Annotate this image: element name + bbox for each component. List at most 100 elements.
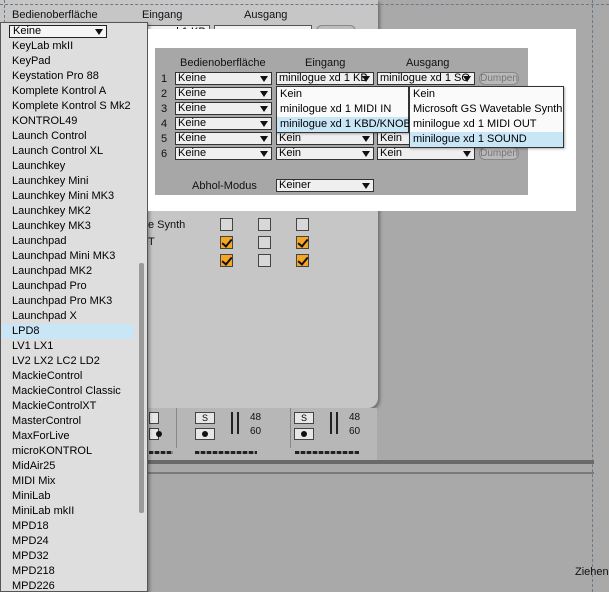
input-port-option[interactable]: minilogue xd 1 KBD/KNOB (277, 117, 411, 132)
control-surface-option[interactable]: Launchkey (2, 159, 134, 174)
input-select-value: Kein (279, 147, 302, 159)
control-surface-option[interactable]: Launchkey Mini MK3 (2, 189, 134, 204)
control-surface-option[interactable]: KeyLab mkII (2, 39, 134, 54)
row-number: 3 (161, 103, 168, 115)
control-surface-option[interactable]: MPD32 (2, 549, 134, 564)
control-surface-option[interactable]: LV1 LX1 (2, 339, 134, 354)
input-select[interactable]: Kein (276, 132, 374, 145)
sync-checkbox[interactable] (296, 218, 309, 231)
dump-button[interactable]: Dumpen (479, 72, 519, 85)
control-surface-option[interactable]: Launchkey MK2 (2, 204, 134, 219)
control-surface-select-value: Keine (13, 25, 42, 37)
control-surface-option[interactable]: Launchpad Pro (2, 279, 134, 294)
dump-button[interactable]: Dumpen (479, 147, 519, 160)
control-surface-option[interactable]: Launch Control (2, 129, 134, 144)
control-surface-option[interactable]: Komplete Kontrol S Mk2 (2, 99, 134, 114)
surface-select[interactable]: Keine (175, 72, 272, 85)
solo-button[interactable]: S (195, 412, 215, 424)
record-button[interactable] (195, 428, 215, 440)
control-surface-option[interactable]: Keystation Pro 88 (2, 69, 134, 84)
input-port-popup[interactable]: Kein minilogue xd 1 MIDI IN minilogue xd 1… (276, 86, 411, 133)
control-surface-option[interactable]: Launchkey Mini (2, 174, 134, 189)
bg-row-label-t: T (148, 236, 155, 248)
control-surface-option[interactable]: MPD226 (2, 579, 134, 592)
sync-checkbox[interactable] (296, 236, 309, 249)
control-surface-option[interactable]: MPD18 (2, 519, 134, 534)
input-select[interactable]: minilogue xd 1 KB (276, 72, 374, 85)
control-surface-option[interactable]: MackieControl Classic (2, 384, 134, 399)
record-button[interactable] (149, 428, 162, 440)
dialog-header-surface: Bedienoberfläche (180, 57, 266, 69)
control-surface-dropdown[interactable]: KeyLab mkII KeyPad Keystation Pro 88 Komple… (0, 22, 148, 592)
control-surface-list: KeyLab mkII KeyPad Keystation Pro 88 Komple… (2, 39, 134, 592)
surface-select[interactable]: Keine (175, 87, 272, 100)
control-surface-option[interactable]: MidAir25 (2, 459, 134, 474)
chevron-down-icon (260, 106, 268, 112)
control-surface-option[interactable]: Launchkey MK3 (2, 219, 134, 234)
output-select-value: minilogue xd 1 SO (380, 72, 470, 84)
control-surface-option[interactable]: MPD24 (2, 534, 134, 549)
meter-scale-60: 60 (250, 426, 262, 437)
control-surface-option[interactable]: MPD218 (2, 564, 134, 579)
control-surface-option[interactable]: MiniLab (2, 489, 134, 504)
output-port-popup[interactable]: Kein Microsoft GS Wavetable Synth minilogu… (409, 86, 564, 148)
chevron-down-icon (463, 76, 471, 82)
surface-select[interactable]: Keine (175, 147, 272, 160)
sync-checkbox[interactable] (296, 254, 309, 267)
control-surface-option[interactable]: Launchpad X (2, 309, 134, 324)
control-surface-option[interactable]: Launchpad Pro MK3 (2, 294, 134, 309)
control-surface-option[interactable]: Launchpad Mini MK3 (2, 249, 134, 264)
control-surface-option[interactable]: MiniLab mkII (2, 504, 134, 519)
input-port-option[interactable]: minilogue xd 1 MIDI IN (277, 102, 408, 117)
control-surface-option[interactable]: MasterControl (2, 414, 134, 429)
surface-select[interactable]: Keine (175, 102, 272, 115)
remote-checkbox[interactable] (258, 236, 271, 249)
track-checkbox[interactable] (220, 254, 233, 267)
output-port-option[interactable]: minilogue xd 1 SOUND (410, 132, 563, 147)
dropdown-scrollbar[interactable] (139, 263, 144, 513)
surface-select[interactable]: Keine (175, 117, 272, 130)
surface-select-value: Keine (178, 72, 207, 84)
track-checkbox[interactable] (220, 236, 233, 249)
remote-checkbox[interactable] (258, 254, 271, 267)
control-surface-option[interactable]: MackieControl (2, 369, 134, 384)
control-surface-option[interactable]: Komplete Kontrol A (2, 84, 134, 99)
surface-select[interactable]: Keine (175, 132, 272, 145)
remote-checkbox[interactable] (258, 218, 271, 231)
chevron-down-icon (260, 136, 268, 142)
control-surface-option[interactable]: LPD8 (2, 324, 134, 339)
control-surface-option[interactable]: MackieControlXT (2, 399, 134, 414)
control-surface-option[interactable]: KONTROL49 (2, 114, 134, 129)
control-surface-option[interactable]: LV2 LX2 LC2 LD2 (2, 354, 134, 369)
control-surface-option[interactable]: microKONTROL (2, 444, 134, 459)
solo-button[interactable] (149, 412, 159, 424)
chevron-down-icon (463, 151, 471, 157)
meter-scale-48: 48 (250, 412, 262, 423)
input-select[interactable]: Kein (276, 147, 374, 160)
record-button[interactable] (294, 428, 314, 440)
mixer-channel: S 48 60 (179, 408, 291, 448)
control-surface-option[interactable]: Launchpad MK2 (2, 264, 134, 279)
output-port-option[interactable]: minilogue xd 1 MIDI OUT (410, 117, 563, 132)
takeover-mode-select[interactable]: Keiner (276, 179, 374, 192)
control-surface-option[interactable]: MaxForLive (2, 429, 134, 444)
dialog-header-input: Eingang (305, 57, 346, 69)
control-surface-select[interactable]: Keine (9, 25, 107, 38)
output-port-option[interactable]: Microsoft GS Wavetable Synth (410, 102, 563, 117)
bg-row-label-synth: e Synth (148, 219, 186, 231)
track-checkbox[interactable] (220, 218, 233, 231)
row-number: 6 (161, 148, 168, 160)
level-meter (237, 412, 239, 434)
control-surface-option[interactable]: KeyPad (2, 54, 134, 69)
solo-button[interactable]: S (294, 412, 314, 424)
output-select[interactable]: Kein (377, 147, 475, 160)
input-port-option[interactable]: Kein (277, 87, 408, 102)
control-surface-option[interactable]: Launch Control XL (2, 144, 134, 159)
control-surface-option[interactable]: MIDI Mix (2, 474, 134, 489)
output-select[interactable]: minilogue xd 1 SO (377, 72, 475, 85)
control-surface-option[interactable]: Launchpad (2, 234, 134, 249)
mixer-channel: S 48 60 (293, 408, 375, 448)
surface-select-value: Keine (178, 147, 207, 159)
output-port-option[interactable]: Kein (410, 87, 563, 102)
row-number: 5 (161, 133, 168, 145)
